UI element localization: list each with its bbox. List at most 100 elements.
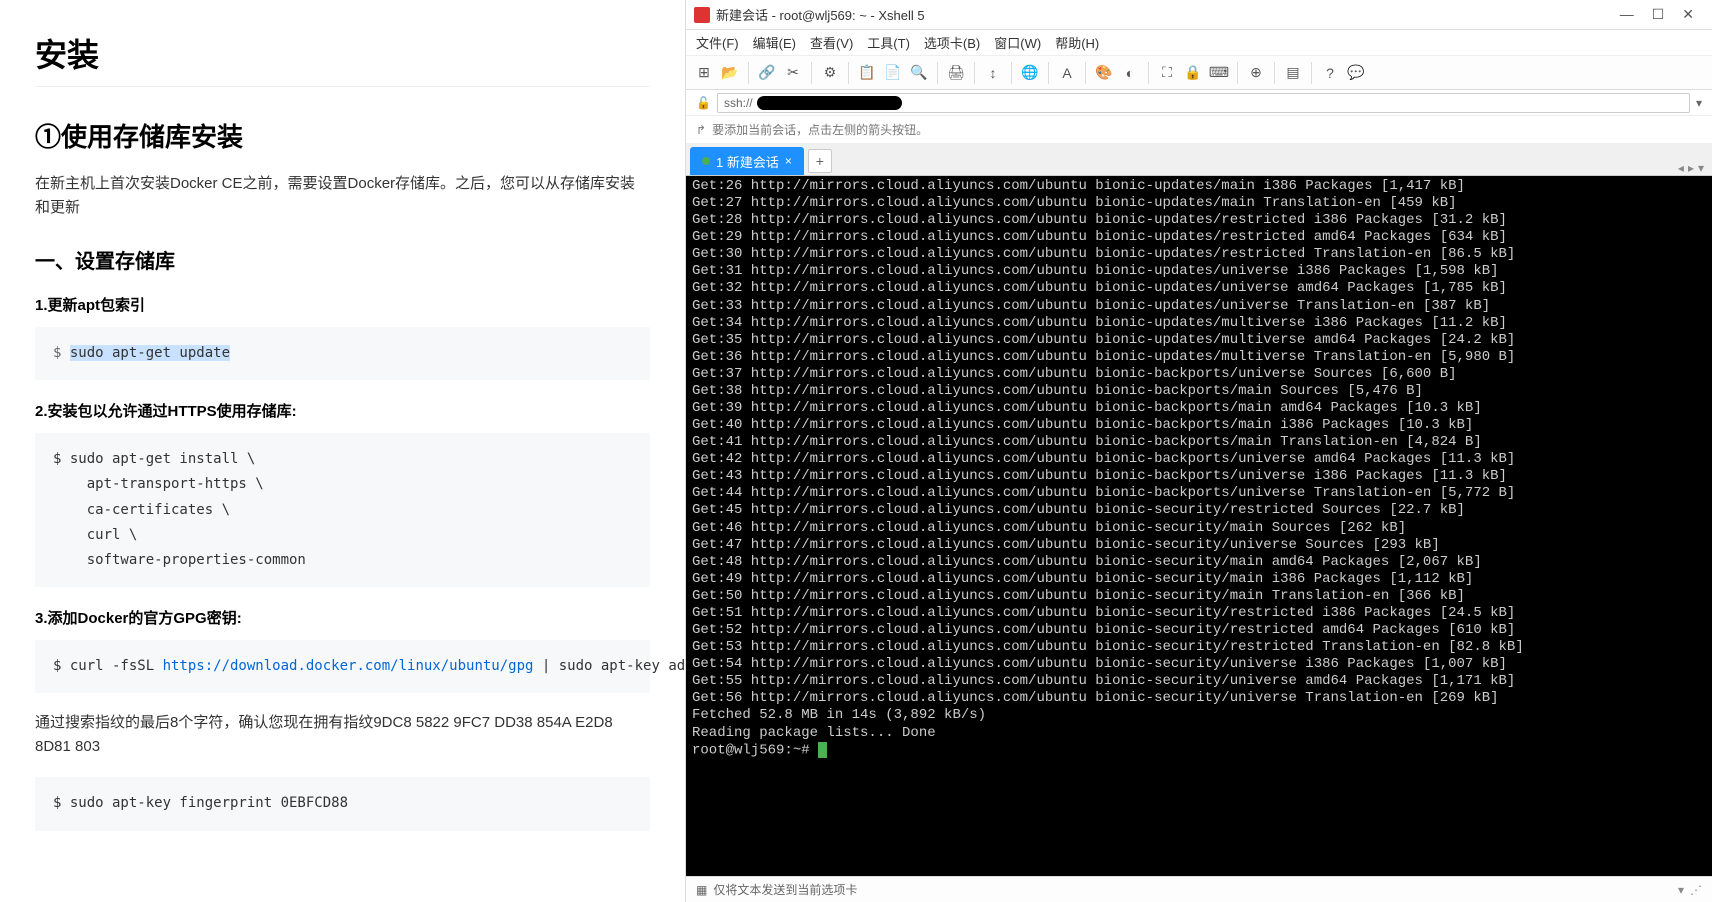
- status-dropdown-icon[interactable]: ▾: [1678, 883, 1684, 897]
- terminal-line: Get:29 http://mirrors.cloud.aliyuncs.com…: [692, 229, 1706, 246]
- chat-icon[interactable]: 💬: [1346, 63, 1366, 83]
- terminal-line: Get:45 http://mirrors.cloud.aliyuncs.com…: [692, 502, 1706, 519]
- toolbar-separator: [1311, 62, 1312, 84]
- terminal-line: Get:47 http://mirrors.cloud.aliyuncs.com…: [692, 537, 1706, 554]
- menu-bar: 文件(F) 编辑(E) 查看(V) 工具(T) 选项卡(B) 窗口(W) 帮助(…: [686, 30, 1712, 56]
- address-masked: [757, 96, 902, 110]
- toolbar-separator: [1237, 62, 1238, 84]
- doc-subheading-setup: 一、设置存储库: [35, 245, 650, 274]
- terminal-line: Get:46 http://mirrors.cloud.aliyuncs.com…: [692, 520, 1706, 537]
- reconnect-icon[interactable]: 🔗: [757, 63, 777, 83]
- transfer-icon[interactable]: ↕: [983, 63, 1003, 83]
- print-icon[interactable]: 🖨: [946, 63, 966, 83]
- menu-help[interactable]: 帮助(H): [1055, 33, 1099, 52]
- doc-step-2: 2.安装包以允许通过HTTPS使用存储库:: [35, 400, 650, 421]
- paste-icon[interactable]: 📄: [883, 63, 903, 83]
- docker-gpg-url[interactable]: https://download.docker.com/linux/ubuntu…: [163, 658, 534, 674]
- code-block-2[interactable]: $ sudo apt-get install \ apt-transport-h…: [35, 433, 650, 587]
- address-input[interactable]: ssh://: [717, 93, 1690, 113]
- font-icon[interactable]: A: [1057, 63, 1077, 83]
- copy-icon[interactable]: 📋: [857, 63, 877, 83]
- new-session-icon[interactable]: ⊞: [694, 63, 714, 83]
- help-icon[interactable]: ?: [1320, 63, 1340, 83]
- terminal-line: Get:38 http://mirrors.cloud.aliyuncs.com…: [692, 383, 1706, 400]
- menu-window[interactable]: 窗口(W): [994, 33, 1041, 52]
- properties-icon[interactable]: ⚙: [820, 63, 840, 83]
- terminal-line: Get:55 http://mirrors.cloud.aliyuncs.com…: [692, 673, 1706, 690]
- minimize-button[interactable]: —: [1620, 6, 1634, 23]
- code-block-3[interactable]: $ curl -fsSL https://download.docker.com…: [35, 640, 650, 693]
- toolbar-separator: [811, 62, 812, 84]
- tab-label: 1 新建会话: [716, 152, 779, 171]
- terminal-line: Get:41 http://mirrors.cloud.aliyuncs.com…: [692, 434, 1706, 451]
- terminal-line: Get:53 http://mirrors.cloud.aliyuncs.com…: [692, 639, 1706, 656]
- globe-icon[interactable]: 🌐: [1020, 63, 1040, 83]
- status-bar: ▦ 仅将文本发送到当前选项卡 ▾ ⋰: [686, 876, 1712, 902]
- tab-close-icon[interactable]: ×: [785, 154, 792, 168]
- status-grip-icon: ⋰: [1690, 883, 1702, 897]
- status-text: 仅将文本发送到当前选项卡: [713, 881, 857, 898]
- hint-text: 要添加当前会话，点击左侧的箭头按钮。: [712, 121, 928, 138]
- terminal-line: Get:40 http://mirrors.cloud.aliyuncs.com…: [692, 417, 1706, 434]
- toolbar-separator: [974, 62, 975, 84]
- cascade-icon[interactable]: ▤: [1283, 63, 1303, 83]
- toolbar: ⊞ 📂 🔗 ✂ ⚙ 📋 📄 🔍 🖨 ↕ 🌐 A 🎨 ◐ ⛶ 🔒 ⌨ ⊕ ▤ ? …: [686, 56, 1712, 90]
- terminal-line: Get:51 http://mirrors.cloud.aliyuncs.com…: [692, 605, 1706, 622]
- terminal-line: Get:50 http://mirrors.cloud.aliyuncs.com…: [692, 588, 1706, 605]
- tab-list-icon[interactable]: ▾: [1698, 161, 1704, 175]
- doc-step-1: 1.更新apt包索引: [35, 294, 650, 315]
- keyboard-icon[interactable]: ⌨: [1209, 63, 1229, 83]
- hint-bar: ↱ 要添加当前会话，点击左侧的箭头按钮。: [686, 116, 1712, 144]
- disconnect-icon[interactable]: ✂: [783, 63, 803, 83]
- terminal-line: Get:32 http://mirrors.cloud.aliyuncs.com…: [692, 280, 1706, 297]
- menu-edit[interactable]: 编辑(E): [753, 33, 796, 52]
- lock-icon[interactable]: 🔒: [1183, 63, 1203, 83]
- terminal-line: Get:28 http://mirrors.cloud.aliyuncs.com…: [692, 212, 1706, 229]
- add-icon[interactable]: ⊕: [1246, 63, 1266, 83]
- find-icon[interactable]: 🔍: [909, 63, 929, 83]
- xshell-app-icon: [694, 7, 710, 23]
- terminal-line: Get:35 http://mirrors.cloud.aliyuncs.com…: [692, 332, 1706, 349]
- theme-icon[interactable]: ◐: [1120, 63, 1140, 83]
- doc-heading-repo: ①使用存储库安装: [35, 117, 650, 154]
- fullscreen-icon[interactable]: ⛶: [1157, 63, 1177, 83]
- code-block-4[interactable]: $ sudo apt-key fingerprint 0EBFCD88: [35, 777, 650, 830]
- color-icon[interactable]: 🎨: [1094, 63, 1114, 83]
- arrow-hint-icon: ↱: [696, 123, 706, 137]
- terminal-output[interactable]: Get:26 http://mirrors.cloud.aliyuncs.com…: [686, 176, 1712, 876]
- tab-next-icon[interactable]: ▸: [1688, 161, 1694, 175]
- tab-status-dot: [702, 157, 710, 165]
- doc-step-3: 3.添加Docker的官方GPG密钥:: [35, 607, 650, 628]
- terminal-line: Get:39 http://mirrors.cloud.aliyuncs.com…: [692, 400, 1706, 417]
- toolbar-separator: [937, 62, 938, 84]
- documentation-pane: 安装 ①使用存储库安装 在新主机上首次安装Docker CE之前，需要设置Doc…: [0, 0, 685, 902]
- doc-heading-install: 安装: [35, 30, 650, 87]
- menu-view[interactable]: 查看(V): [810, 33, 853, 52]
- send-mode-icon: ▦: [696, 883, 707, 897]
- maximize-button[interactable]: ☐: [1652, 6, 1665, 23]
- terminal-prompt[interactable]: root@wlj569:~#: [692, 742, 1706, 760]
- doc-fingerprint-note: 通过搜索指纹的最后8个字符，确认您现在拥有指纹9DC8 5822 9FC7 DD…: [35, 711, 650, 759]
- window-title: 新建会话 - root@wlj569: ~ - Xshell 5: [716, 5, 1620, 24]
- terminal-line: Get:48 http://mirrors.cloud.aliyuncs.com…: [692, 554, 1706, 571]
- address-dropdown-icon[interactable]: ▾: [1696, 96, 1702, 110]
- terminal-line: Get:26 http://mirrors.cloud.aliyuncs.com…: [692, 178, 1706, 195]
- close-button[interactable]: ✕: [1682, 6, 1694, 23]
- tab-prev-icon[interactable]: ◂: [1678, 161, 1684, 175]
- terminal-line: Get:30 http://mirrors.cloud.aliyuncs.com…: [692, 246, 1706, 263]
- open-icon[interactable]: 📂: [720, 63, 740, 83]
- menu-tools[interactable]: 工具(T): [867, 33, 910, 52]
- window-titlebar[interactable]: 新建会话 - root@wlj569: ~ - Xshell 5 — ☐ ✕: [686, 0, 1712, 30]
- cursor-icon: [818, 742, 827, 758]
- terminal-line: Get:52 http://mirrors.cloud.aliyuncs.com…: [692, 622, 1706, 639]
- terminal-line: Get:43 http://mirrors.cloud.aliyuncs.com…: [692, 468, 1706, 485]
- terminal-line: Get:42 http://mirrors.cloud.aliyuncs.com…: [692, 451, 1706, 468]
- terminal-line: Get:44 http://mirrors.cloud.aliyuncs.com…: [692, 485, 1706, 502]
- menu-tabs[interactable]: 选项卡(B): [924, 33, 980, 52]
- session-tab-1[interactable]: 1 新建会话 ×: [690, 147, 804, 175]
- address-bar: 🔓 ssh:// ▾: [686, 90, 1712, 116]
- new-tab-button[interactable]: +: [808, 149, 832, 173]
- code-block-1[interactable]: $ sudo apt-get update: [35, 327, 650, 380]
- menu-file[interactable]: 文件(F): [696, 33, 739, 52]
- terminal-line: Get:34 http://mirrors.cloud.aliyuncs.com…: [692, 315, 1706, 332]
